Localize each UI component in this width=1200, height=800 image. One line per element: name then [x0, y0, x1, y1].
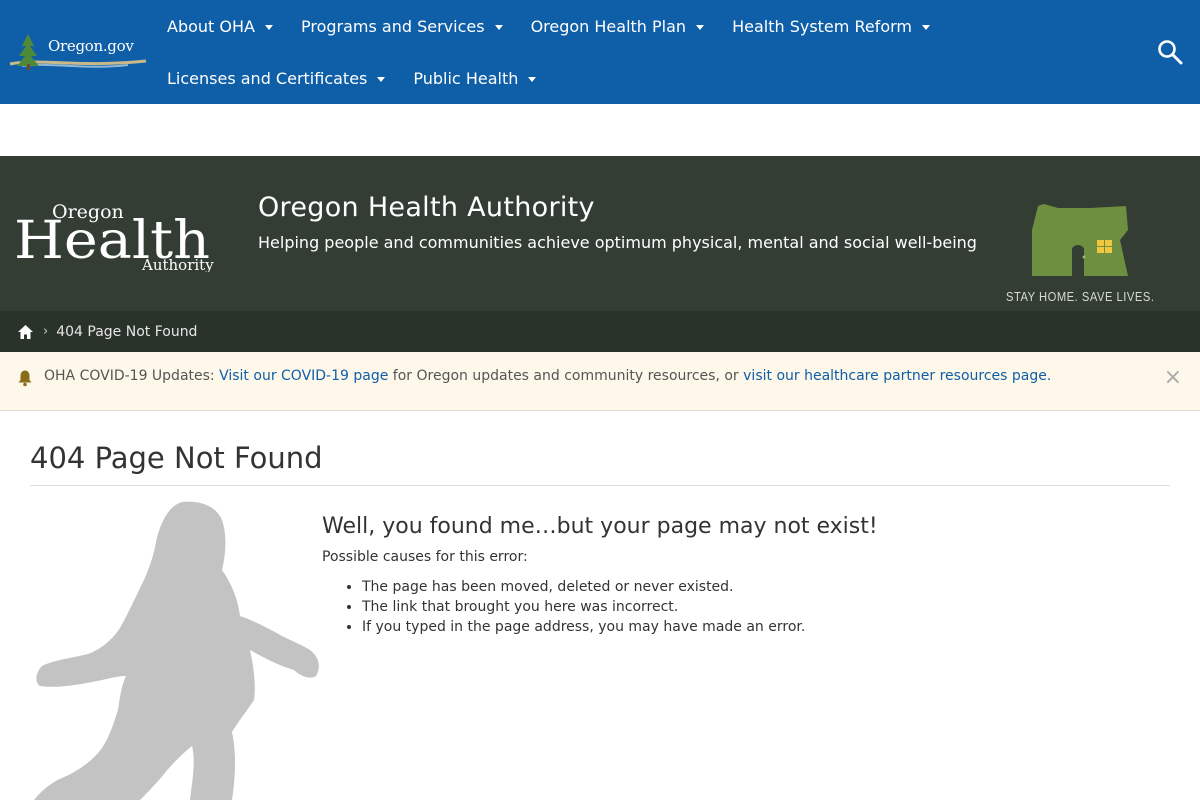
nav-oregon-health-plan[interactable]: Oregon Health Plan [517, 0, 719, 52]
nav-label: Health System Reform [732, 16, 912, 36]
nav-label: Programs and Services [300, 16, 485, 36]
nav-licenses-certificates[interactable]: Licenses and Certificates [153, 52, 399, 104]
partner-resources-link[interactable]: visit our healthcare partner resources p… [743, 368, 1051, 384]
nav-label: Licenses and Certificates [167, 68, 368, 88]
alert-middle-text: for Oregon updates and community resourc… [392, 368, 739, 384]
logo-word-bottom: Authority [141, 256, 214, 272]
close-icon[interactable]: × [1164, 365, 1182, 390]
breadcrumb: › 404 Page Not Found [0, 311, 1200, 352]
nav-label: Oregon Health Plan [530, 16, 687, 36]
breadcrumb-current: 404 Page Not Found [56, 323, 198, 340]
covid-page-link[interactable]: Visit our COVID-19 page [219, 368, 388, 384]
nav-public-health[interactable]: Public Health [399, 52, 550, 104]
caret-down-icon [921, 25, 930, 30]
oregon-gov-logo[interactable]: Oregon.gov [8, 28, 148, 72]
covid-alert: OHA COVID-19 Updates: Visit our COVID-19… [0, 352, 1200, 411]
top-navigation: Oregon.gov About OHA Programs and Servic… [0, 0, 1200, 104]
alert-prefix: OHA COVID-19 Updates: [44, 368, 215, 384]
bell-icon [18, 370, 32, 387]
caret-down-icon [528, 77, 537, 82]
oregon-gov-text: Oregon.gov [48, 37, 134, 55]
nav-health-system-reform[interactable]: Health System Reform [718, 0, 944, 52]
banner-title: Oregon Health Authority [258, 192, 595, 223]
nav-programs-services[interactable]: Programs and Services [287, 0, 517, 52]
banner-subtitle: Helping people and communities achieve o… [258, 233, 977, 252]
caret-down-icon [377, 77, 386, 82]
list-item: If you typed in the page address, you ma… [362, 617, 1162, 637]
alert-message: OHA COVID-19 Updates: Visit our COVID-19… [44, 368, 1051, 384]
list-item: The link that brought you here was incor… [362, 597, 1162, 617]
nav-label: About OHA [167, 16, 255, 36]
causes-label: Possible causes for this error: [322, 549, 528, 565]
caret-down-icon [494, 25, 503, 30]
causes-list: The page has been moved, deleted or neve… [362, 577, 1162, 637]
search-icon[interactable] [1156, 38, 1184, 66]
caret-down-icon [696, 25, 705, 30]
nav-row-primary: About OHA Programs and Services Oregon H… [153, 0, 944, 52]
caret-down-icon [264, 25, 273, 30]
nav-about-oha[interactable]: About OHA [153, 0, 287, 52]
error-content: Well, you found me…but your page may not… [322, 514, 1162, 637]
stay-home-campaign-text: STAY HOME. SAVE LIVES. [1006, 289, 1155, 304]
nav-label: Public Health [413, 68, 519, 88]
title-divider [30, 485, 1170, 486]
nav-row-secondary: Licenses and Certificates Public Health [153, 52, 550, 104]
home-icon[interactable] [17, 324, 34, 340]
error-heading: Well, you found me…but your page may not… [322, 514, 878, 539]
page-title: 404 Page Not Found [30, 441, 323, 475]
list-item: The page has been moved, deleted or neve… [362, 577, 1162, 597]
bigfoot-silhouette [34, 501, 319, 800]
chevron-right-icon: › [43, 324, 49, 339]
oha-logo[interactable]: Oregon Health Authority [14, 196, 214, 272]
